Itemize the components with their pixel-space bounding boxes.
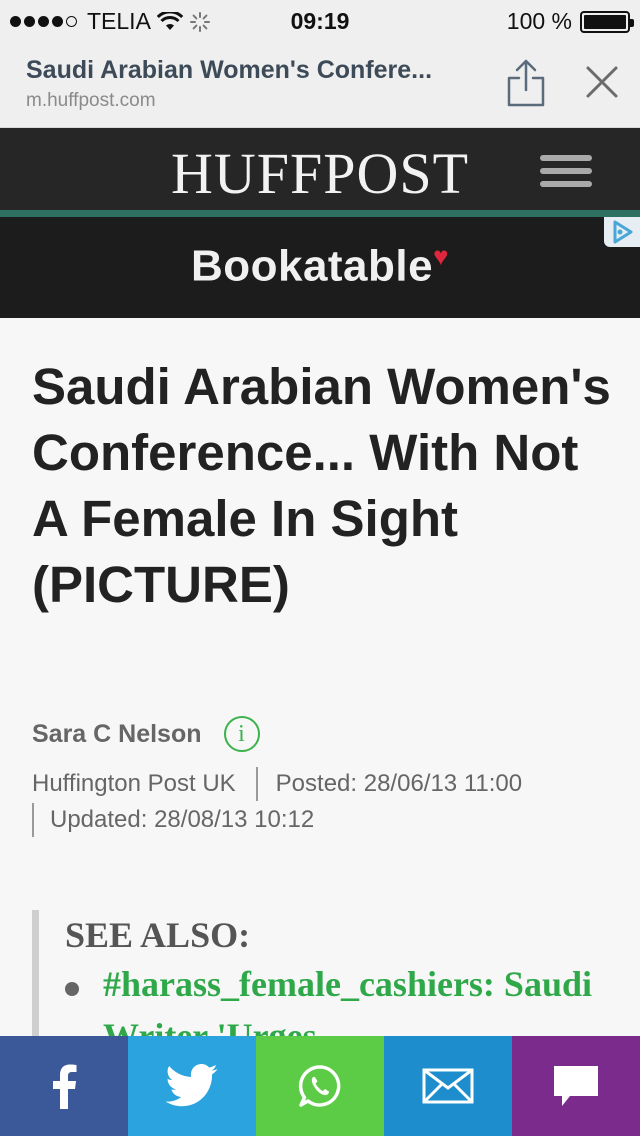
share-bar (0, 1036, 640, 1136)
email-share-button[interactable] (384, 1036, 512, 1136)
bullet-icon (65, 982, 79, 996)
author-name[interactable]: Sara C Nelson (32, 720, 202, 749)
share-button[interactable] (504, 58, 548, 108)
twitter-icon (165, 1064, 218, 1107)
comment-button[interactable] (512, 1036, 640, 1136)
heart-icon: ♥ (433, 241, 450, 271)
facebook-share-button[interactable] (0, 1036, 128, 1136)
share-icon (507, 59, 545, 107)
email-icon (422, 1068, 474, 1104)
article-headline: Saudi Arabian Women's Conference... With… (32, 358, 611, 613)
ad-brand: Bookatable♥ (0, 241, 640, 292)
status-right: 100 % (506, 8, 634, 35)
header-accent-stripe (0, 210, 640, 217)
whatsapp-icon (298, 1065, 341, 1107)
status-bar: TELIA 09:19 100 % (0, 0, 640, 40)
byline: Sara C Nelson i (32, 716, 260, 752)
twitter-share-button[interactable] (128, 1036, 256, 1136)
author-info-icon[interactable]: i (223, 716, 260, 752)
close-icon (586, 66, 618, 98)
close-button[interactable] (582, 62, 622, 102)
posted-date: Posted: 28/06/13 11:00 (275, 770, 523, 797)
article: Saudi Arabian Women's Conference... With… (0, 318, 640, 1070)
ad-banner[interactable]: Bookatable♥ (0, 217, 640, 318)
comment-icon (554, 1066, 598, 1106)
updated-date: Updated: 28/08/13 10:12 (50, 806, 315, 833)
adchoices-icon[interactable] (604, 217, 640, 247)
publication-name: Huffington Post UK (32, 770, 236, 797)
article-meta: Huffington Post UK Posted: 28/06/13 11:0… (32, 766, 612, 838)
meta-divider (32, 803, 34, 837)
page-url[interactable]: m.huffpost.com (26, 90, 156, 112)
ad-brand-text: Bookatable (190, 241, 434, 291)
battery-level (584, 14, 626, 29)
facebook-icon (53, 1064, 77, 1109)
page-title[interactable]: Saudi Arabian Women's Confere... (26, 56, 432, 85)
site-header: HUFFPOST (0, 128, 640, 210)
hamburger-menu-icon[interactable] (540, 155, 592, 187)
whatsapp-share-button[interactable] (256, 1036, 384, 1136)
battery-percent: 100 % (506, 8, 572, 34)
browser-toolbar: Saudi Arabian Women's Confere... m.huffp… (0, 40, 640, 128)
see-also-title: SEE ALSO: (65, 915, 251, 955)
battery-icon (580, 10, 634, 33)
meta-divider (255, 767, 258, 801)
